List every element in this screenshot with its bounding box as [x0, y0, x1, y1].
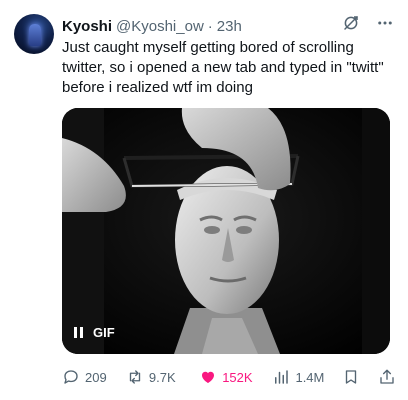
grok-icon[interactable] [342, 14, 360, 32]
more-icon[interactable] [376, 14, 394, 32]
views-button[interactable]: 1.4M [272, 368, 340, 386]
top-icons [342, 14, 394, 32]
action-bar: 209 9.7K 152K 1.4M [62, 366, 396, 388]
bookmark-icon [345, 370, 357, 384]
like-button[interactable]: 152K [199, 368, 270, 386]
pause-icon[interactable] [74, 327, 83, 338]
author-handle[interactable]: @Kyoshi_ow [116, 18, 204, 35]
reply-button[interactable]: 209 [62, 368, 124, 386]
tweet[interactable]: Kyoshi @Kyoshi_ow · 23h Just caught myse… [0, 0, 408, 400]
separator: · [207, 17, 213, 35]
avatar[interactable] [14, 14, 54, 54]
views-count: 1.4M [295, 369, 325, 385]
share-button[interactable] [378, 368, 396, 386]
gif-frame [62, 108, 390, 354]
reply-count: 209 [85, 369, 107, 385]
gif-label: GIF [93, 325, 115, 340]
gif-media[interactable]: GIF [62, 108, 390, 354]
views-icon [275, 370, 289, 384]
repost-icon [129, 370, 141, 384]
like-count: 152K [222, 369, 253, 385]
reply-icon [64, 370, 78, 384]
tweet-text: Just caught myself getting bored of scro… [62, 39, 384, 96]
repost-count: 9.7K [148, 369, 176, 385]
author-name[interactable]: Kyoshi [62, 18, 112, 35]
gif-badge[interactable]: GIF [74, 325, 115, 340]
timestamp[interactable]: 23h [217, 18, 242, 35]
bookmark-button[interactable] [342, 368, 360, 386]
like-icon [202, 371, 215, 383]
share-icon [380, 369, 394, 384]
repost-button[interactable]: 9.7K [126, 368, 197, 386]
